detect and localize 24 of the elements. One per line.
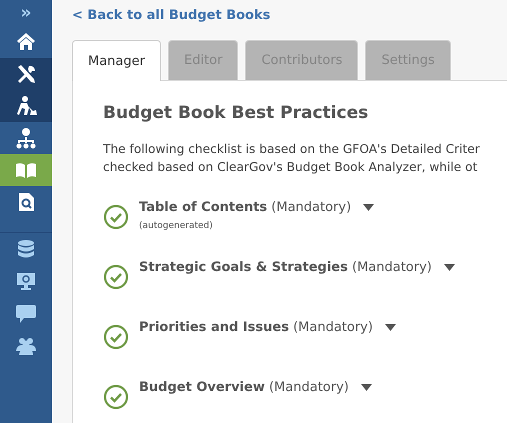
monitor-icon xyxy=(15,270,37,292)
tab[interactable]: Manager xyxy=(72,40,161,81)
worker-icon xyxy=(15,95,37,117)
caret-icon[interactable] xyxy=(444,264,455,271)
checklist-item-title: Table of Contents (Mandatory) xyxy=(139,200,352,215)
tools-icon xyxy=(15,63,37,85)
description-text: checked based on ClearGov's Budget Book Analyzer, while ot xyxy=(103,159,478,176)
caret-icon[interactable] xyxy=(384,324,396,331)
database-icon xyxy=(15,238,37,260)
checklist-item-title: Budget Overview (Mandatory) xyxy=(139,380,349,395)
back-link[interactable]: < Back to all Budget Books xyxy=(72,8,270,23)
note-text: (autogenerated) xyxy=(139,221,214,231)
checklist-item-title: Priorities and Issues (Mandatory) xyxy=(139,320,373,335)
chat-icon xyxy=(15,302,37,324)
home-icon xyxy=(15,31,37,53)
description-text: The following checklist is based on the GFOA's Detailed Criter xyxy=(103,141,481,158)
org-icon xyxy=(15,127,37,149)
section-heading: Budget Book Best Practices xyxy=(103,103,370,123)
caret-icon[interactable] xyxy=(360,384,372,391)
expand-button[interactable]: » xyxy=(0,0,52,26)
sidebar-item[interactable] xyxy=(0,58,52,90)
sidebar-item[interactable] xyxy=(0,90,52,122)
checklist-item-title: Strategic Goals & Strategies (Mandatory) xyxy=(139,260,432,275)
caret-icon[interactable] xyxy=(363,204,374,211)
